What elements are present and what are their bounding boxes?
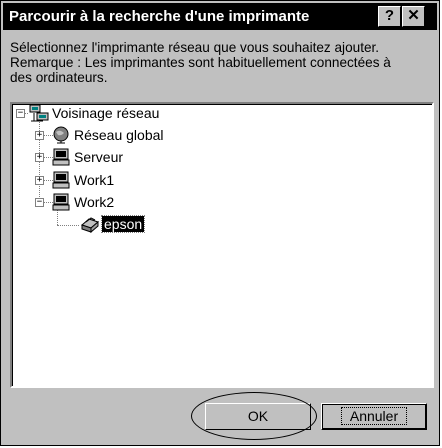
instructions-line-2: Remarque : Les imprimantes sont habituel… <box>10 55 391 70</box>
instructions-line-3: des ordinateurs. <box>10 70 108 85</box>
ok-button[interactable]: OK <box>205 403 311 430</box>
network-neighborhood-icon <box>29 104 49 122</box>
tree-item-label: Serveur <box>74 149 124 165</box>
window-title: Parcourir à la recherche d'une imprimant… <box>9 8 310 25</box>
cancel-button[interactable]: Annuler <box>321 403 427 430</box>
tree-item-reseau-global[interactable]: Réseau global <box>74 127 164 143</box>
collapse-toggle-root[interactable]: − <box>16 109 25 118</box>
instructions-text: Sélectionnez l'imprimante réseau que vou… <box>10 40 434 85</box>
browse-printer-dialog: Parcourir à la recherche d'une imprimant… <box>0 0 440 446</box>
tree-item-label: Voisinage réseau <box>52 105 160 121</box>
tree-item-label: Réseau global <box>74 127 164 143</box>
collapse-toggle-work2[interactable]: − <box>35 198 44 207</box>
tree-item-serveur[interactable]: Serveur <box>74 149 123 165</box>
printer-icon <box>81 217 99 234</box>
tree-item-label-selected: epson <box>100 215 146 233</box>
title-bar[interactable]: Parcourir à la recherche d'une imprimant… <box>3 3 437 30</box>
network-tree-view[interactable]: − Voisinage réseau + Réseau global + Ser… <box>10 102 434 388</box>
tree-item-voisinage-reseau[interactable]: Voisinage réseau <box>52 105 159 121</box>
expand-toggle-serveur[interactable]: + <box>35 153 44 162</box>
tree-item-epson[interactable]: epson <box>100 215 146 233</box>
computer-icon <box>52 148 70 166</box>
close-button[interactable]: ✕ <box>402 6 425 27</box>
expand-toggle-work1[interactable]: + <box>35 176 44 185</box>
cancel-button-label: Annuler <box>340 407 408 425</box>
computer-icon <box>52 193 70 211</box>
tree-item-label: Work1 <box>74 172 115 188</box>
tree-item-work1[interactable]: Work1 <box>74 172 114 188</box>
computer-icon <box>52 171 70 189</box>
tree-item-work2[interactable]: Work2 <box>74 194 114 210</box>
tree-line <box>57 225 79 226</box>
expand-toggle-reseau-global[interactable]: + <box>35 131 44 140</box>
help-button[interactable]: ? <box>378 6 401 27</box>
globe-icon <box>53 126 69 144</box>
instructions-line-1: Sélectionnez l'imprimante réseau que vou… <box>10 40 380 55</box>
tree-item-label: Work2 <box>74 194 115 210</box>
